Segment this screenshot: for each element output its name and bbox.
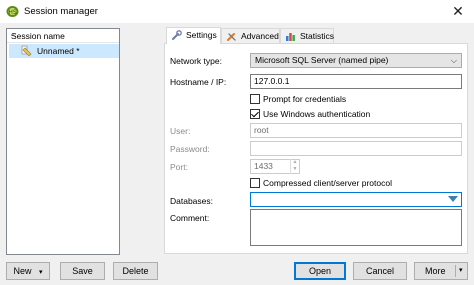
cancel-button[interactable]: Cancel: [353, 262, 407, 280]
app-logo-icon: HS: [6, 6, 19, 17]
more-button-label: More: [425, 266, 446, 276]
network-type-select[interactable]: Microsoft SQL Server (named pipe) ⌵: [250, 53, 462, 68]
cancel-button-label: Cancel: [365, 266, 394, 276]
close-icon[interactable]: ✕: [446, 2, 470, 21]
tab-statistics-label: Statistics: [300, 31, 335, 41]
databases-label: Databases:: [170, 196, 213, 206]
session-icon: [21, 45, 32, 57]
comment-label: Comment:: [170, 213, 210, 223]
session-item-label: Unnamed *: [37, 46, 80, 56]
tools-icon: [227, 33, 236, 41]
window-title: Session manager: [24, 6, 98, 17]
tab-advanced-label: Advanced: [241, 31, 279, 41]
chevron-down-icon: ▾: [39, 269, 43, 276]
title-bar: HS Session manager ✕: [0, 0, 474, 23]
stepper-down-icon[interactable]: ▼: [291, 166, 299, 173]
prompt-credentials-label: Prompt for credentials: [263, 94, 347, 104]
tab-advanced[interactable]: Advanced: [221, 28, 280, 43]
databases-combobox[interactable]: [250, 192, 462, 207]
save-button[interactable]: Save: [60, 262, 105, 280]
password-input[interactable]: [250, 141, 462, 156]
more-button[interactable]: More ▾: [414, 262, 468, 280]
session-name-column-header[interactable]: Session name ^: [7, 29, 119, 43]
user-label: User:: [170, 126, 191, 136]
network-type-value: Microsoft SQL Server (named pipe): [255, 55, 389, 65]
wrench-icon: [172, 30, 182, 40]
delete-button-label: Delete: [122, 266, 149, 276]
new-button-label: New: [13, 266, 32, 276]
compressed-protocol-checkbox[interactable]: [250, 178, 260, 188]
sort-ascending-icon: ^: [11, 31, 15, 41]
dropdown-arrow-icon[interactable]: [448, 196, 458, 202]
new-button[interactable]: New ▾: [6, 262, 50, 280]
session-tree[interactable]: Session name ^ Unnamed *: [6, 28, 120, 255]
bar-chart-icon: [286, 33, 295, 41]
svg-text:HS: HS: [8, 9, 17, 16]
save-button-label: Save: [72, 266, 93, 276]
hostname-input[interactable]: 127.0.0.1: [250, 74, 462, 89]
port-stepper[interactable]: ▲ ▼: [290, 159, 299, 174]
user-input[interactable]: root: [250, 123, 462, 138]
hostname-label: Hostname / IP:: [170, 77, 227, 87]
open-button-label: Open: [308, 266, 332, 276]
tab-settings[interactable]: Settings: [166, 27, 221, 44]
password-label: Password:: [170, 144, 210, 154]
prompt-credentials-checkbox[interactable]: [250, 94, 260, 104]
settings-panel: Network type: Microsoft SQL Server (name…: [164, 43, 468, 254]
open-button[interactable]: Open: [294, 262, 346, 280]
tab-settings-label: Settings: [186, 30, 217, 40]
tab-statistics[interactable]: Statistics: [280, 28, 334, 43]
stepper-up-icon[interactable]: ▲: [291, 159, 299, 166]
network-type-label: Network type:: [170, 56, 222, 66]
column-header-label: Session name: [11, 31, 65, 41]
port-value: 1433: [254, 161, 273, 171]
windows-auth-checkbox[interactable]: [250, 109, 260, 119]
windows-auth-label: Use Windows authentication: [263, 109, 371, 119]
chevron-down-icon: ⌵: [450, 56, 457, 65]
comment-textarea[interactable]: [250, 209, 462, 246]
session-item-unnamed[interactable]: Unnamed *: [9, 44, 119, 58]
delete-button[interactable]: Delete: [113, 262, 158, 280]
chevron-down-icon[interactable]: ▾: [459, 263, 463, 279]
compressed-protocol-label: Compressed client/server protocol: [263, 178, 392, 188]
more-dropdown-divider: [455, 265, 456, 277]
port-label: Port:: [170, 162, 188, 172]
